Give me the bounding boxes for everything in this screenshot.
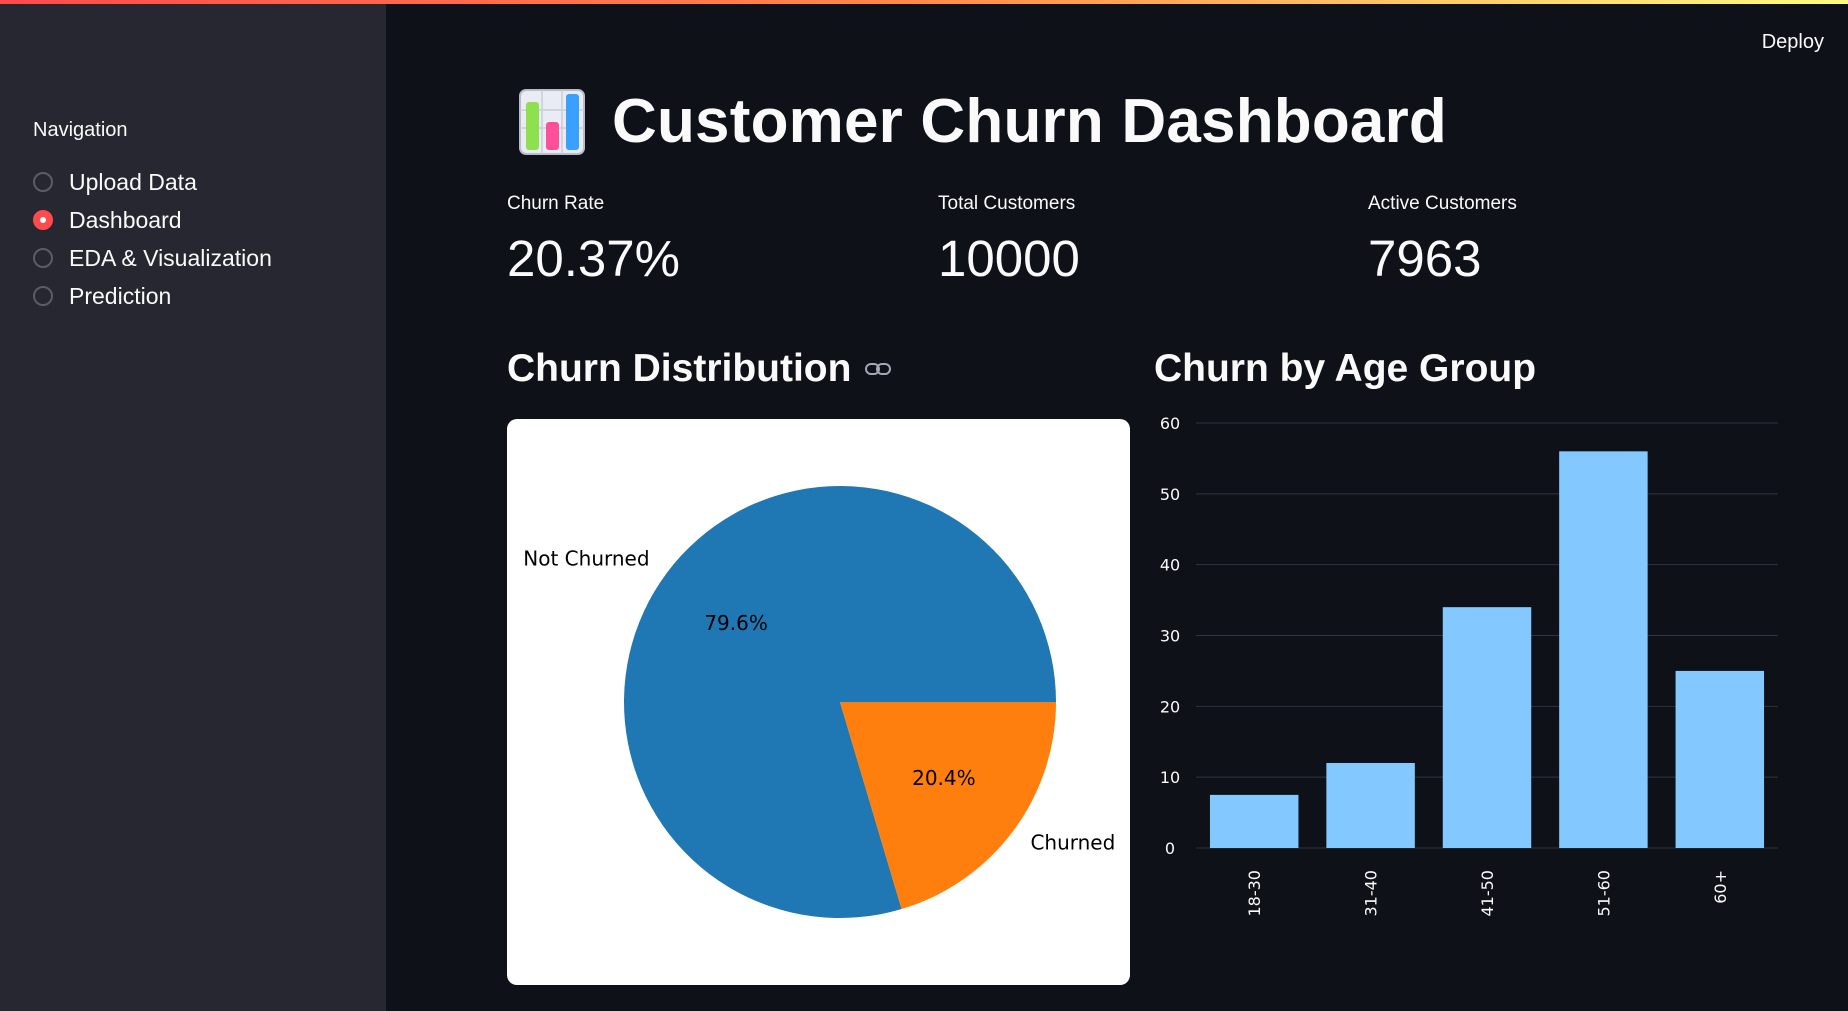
bar — [1675, 670, 1765, 848]
bar — [1326, 763, 1415, 848]
churn-by-age-heading: Churn by Age Group — [1154, 347, 1536, 391]
churn-age-bar-chart: 0 10 20 30 40 50 60 18-30 31-40 41-50 51-60 60+ — [1160, 414, 1778, 917]
metric-active-customers: Active Customers 7963 — [1368, 193, 1517, 288]
y-tick-label: 10 — [1160, 768, 1180, 787]
metric-churn-rate: Churn Rate 20.37% — [507, 193, 680, 288]
radio-eda-visualization[interactable] — [33, 248, 53, 268]
nav-item-upload-data[interactable]: Upload Data — [33, 163, 272, 201]
y-tick-label: 30 — [1160, 627, 1180, 646]
deploy-button[interactable]: Deploy — [1762, 31, 1824, 54]
navigation-title: Navigation — [33, 119, 128, 141]
bar-chart-icon — [519, 88, 585, 155]
metric-total-customers: Total Customers 10000 — [938, 193, 1080, 288]
bar — [1559, 451, 1648, 848]
x-tick-label: 18-30 — [1245, 870, 1264, 917]
pie-chart-card: 79.6% Not Churned 20.4% Churned — [507, 419, 1130, 985]
y-tick-label: 50 — [1160, 485, 1180, 504]
pie-category-label: Churned — [1030, 831, 1115, 855]
nav-item-prediction[interactable]: Prediction — [33, 277, 272, 315]
churn-pie-chart: 79.6% Not Churned 20.4% Churned — [523, 486, 1115, 918]
pie-category-label: Not Churned — [523, 546, 649, 570]
age-bar-chart-container: 0 10 20 30 40 50 60 18-30 31-40 41-50 51-60 60+ — [1150, 408, 1790, 928]
metric-value: 20.37% — [507, 230, 680, 287]
x-tick-label: 60+ — [1711, 870, 1730, 904]
x-tick-label: 31-40 — [1362, 870, 1381, 917]
metric-value: 7963 — [1368, 230, 1482, 287]
metric-value: 10000 — [938, 230, 1080, 287]
x-tick-label: 41-50 — [1478, 870, 1497, 917]
bar — [1442, 607, 1532, 848]
sidebar: Navigation Upload Data Dashboard EDA & V… — [0, 0, 386, 1011]
nav-label-prediction: Prediction — [69, 282, 172, 309]
y-tick-label: 60 — [1160, 414, 1180, 433]
bar — [1209, 794, 1299, 848]
pie-percent-label: 20.4% — [912, 766, 976, 790]
radio-dashboard[interactable] — [33, 210, 53, 230]
pie-percent-label: 79.6% — [704, 611, 768, 635]
radio-upload-data[interactable] — [33, 172, 53, 192]
top-decoration-bar — [0, 0, 1848, 4]
link-icon[interactable] — [865, 362, 892, 376]
y-tick-label: 20 — [1160, 697, 1180, 716]
page-title: Customer Churn Dashboard — [612, 87, 1447, 156]
navigation-radio-group: Upload Data Dashboard EDA & Visualizatio… — [33, 163, 272, 315]
metric-label: Total Customers — [938, 193, 1076, 214]
nav-label-eda-visualization: EDA & Visualization — [69, 244, 272, 271]
metric-label: Churn Rate — [507, 193, 605, 214]
nav-item-eda-visualization[interactable]: EDA & Visualization — [33, 239, 272, 277]
churn-distribution-title: Churn Distribution — [507, 347, 852, 390]
nav-label-dashboard: Dashboard — [69, 206, 182, 233]
y-tick-label: 0 — [1165, 839, 1175, 858]
nav-item-dashboard[interactable]: Dashboard — [33, 201, 272, 239]
metric-label: Active Customers — [1368, 193, 1517, 214]
churn-distribution-heading: Churn Distribution — [507, 347, 892, 391]
churn-by-age-title: Churn by Age Group — [1154, 347, 1537, 390]
x-tick-label: 51-60 — [1594, 870, 1613, 917]
radio-prediction[interactable] — [33, 286, 53, 306]
nav-label-upload-data: Upload Data — [69, 168, 197, 195]
page-header: Customer Churn Dashboard — [518, 86, 1447, 157]
y-tick-label: 40 — [1160, 556, 1180, 575]
